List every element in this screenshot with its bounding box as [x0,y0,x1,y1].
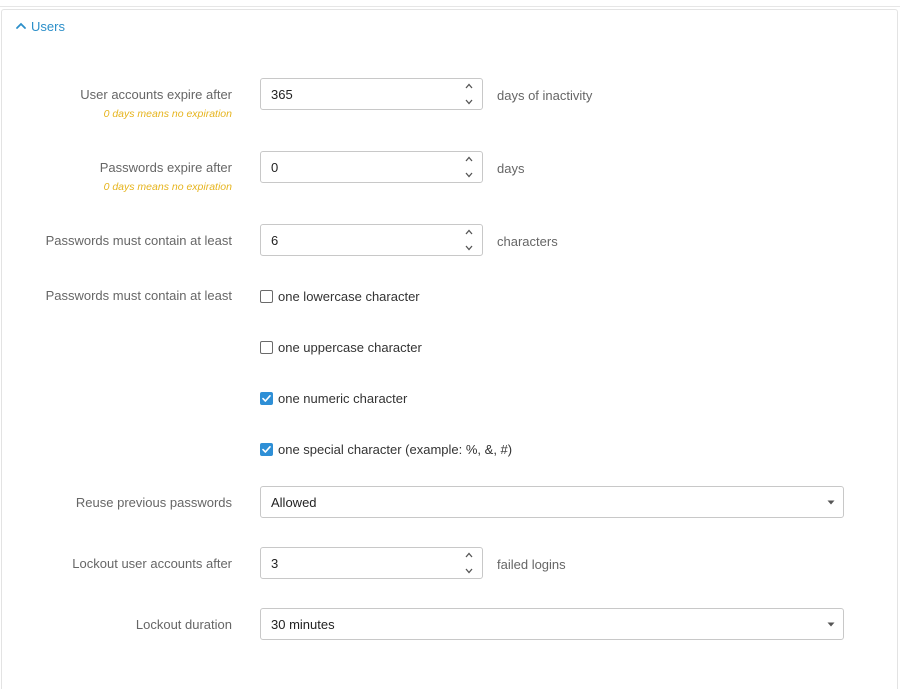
min-length-value: 6 [271,233,279,248]
password-expiry-label: Passwords expire after [99,160,232,175]
lockout-after-input[interactable]: 3 [260,547,483,579]
special-checkbox-label: one special character (example: %, &, #) [278,441,513,457]
caret-down-icon [827,500,835,505]
complexity-label: Passwords must contain at least [45,288,232,303]
password-expiry-value: 0 [271,160,279,175]
lowercase-checkbox[interactable]: one lowercase character [260,288,420,304]
checkbox-box[interactable] [260,289,273,303]
password-expiry-input[interactable]: 0 [260,151,483,183]
section-title: Users [31,18,65,34]
spin-down-icon[interactable] [465,568,473,574]
uppercase-checkbox-label: one uppercase character [278,339,422,355]
lockout-duration-select[interactable]: 30 minutes [260,608,844,640]
spin-up-icon[interactable] [465,552,473,558]
special-checkbox[interactable]: one special character (example: %, &, #) [260,441,512,457]
checkbox-box[interactable] [260,442,273,456]
checkmark-icon [262,394,271,402]
spin-up-icon[interactable] [465,229,473,235]
users-section-toggle[interactable]: Users [15,17,65,35]
lockout-duration-label: Lockout duration [135,617,232,632]
min-length-suffix: characters [497,234,558,249]
reuse-label: Reuse previous passwords [75,495,232,510]
account-expiry-label: User accounts expire after [80,87,232,102]
account-expiry-value: 365 [271,87,293,102]
lockout-after-suffix: failed logins [497,557,566,572]
uppercase-checkbox[interactable]: one uppercase character [260,339,422,355]
account-expiry-input[interactable]: 365 [260,78,483,110]
checkmark-icon [262,445,271,453]
spin-down-icon[interactable] [465,172,473,178]
chevron-up-icon [16,22,26,29]
reuse-selected-value: Allowed [271,495,317,510]
spin-down-icon[interactable] [465,99,473,105]
top-divider [0,6,900,7]
numeric-checkbox[interactable]: one numeric character [260,390,407,406]
checkbox-box[interactable] [260,391,273,405]
lowercase-checkbox-label: one lowercase character [278,288,420,304]
spin-up-icon[interactable] [465,83,473,89]
account-expiry-suffix: days of inactivity [497,88,593,103]
spin-up-icon[interactable] [465,156,473,162]
lockout-duration-selected-value: 30 minutes [271,617,335,632]
spin-down-icon[interactable] [465,245,473,251]
reuse-select[interactable]: Allowed [260,486,844,518]
lockout-after-label: Lockout user accounts after [72,556,232,571]
min-length-input[interactable]: 6 [260,224,483,256]
password-expiry-hint: 0 days means no expiration [103,181,232,193]
min-length-label: Passwords must contain at least [45,233,232,248]
numeric-checkbox-label: one numeric character [278,390,408,406]
checkbox-box[interactable] [260,340,273,354]
caret-down-icon [827,622,835,627]
account-expiry-hint: 0 days means no expiration [103,108,232,120]
lockout-after-value: 3 [271,556,279,571]
password-expiry-suffix: days [497,161,525,176]
